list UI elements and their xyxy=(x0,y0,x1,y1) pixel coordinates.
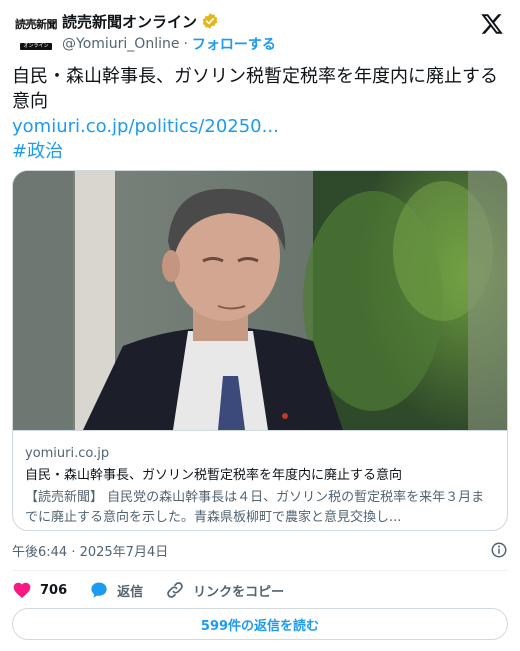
info-icon[interactable] xyxy=(490,541,508,559)
copy-link-label: リンクをコピー xyxy=(193,584,285,600)
card-domain: yomiuri.co.jp xyxy=(25,446,110,461)
x-logo-icon[interactable] xyxy=(480,12,504,36)
divider xyxy=(12,570,508,571)
separator-dot: · xyxy=(183,36,188,52)
article-photo[interactable] xyxy=(13,171,507,430)
action-bar: 706 返信 リンクをコピー xyxy=(12,578,508,602)
card-description: 【読売新聞】 自民党の森山幹事長は４日、ガソリン税の暫定税率を来年３月までに廃止… xyxy=(25,490,485,525)
display-name[interactable]: 読売新聞オンライン xyxy=(62,11,197,32)
link-icon xyxy=(167,582,183,598)
handle[interactable]: @Yomiuri_Online xyxy=(62,36,179,52)
avatar[interactable]: 読売新聞 オンライン xyxy=(12,18,60,58)
name-row: 読売新聞オンライン xyxy=(62,11,219,31)
link-preview-card[interactable]: yomiuri.co.jp 自民・森山幹事長、ガソリン税暫定税率を年度内に廃止す… xyxy=(12,170,508,531)
article-link[interactable]: yomiuri.co.jp/politics/20250... xyxy=(12,114,508,139)
tweet-text: 自民・森山幹事長、ガソリン税暫定税率を年度内に廃止する意向 xyxy=(12,66,498,112)
avatar-logo-text: 読売新聞 xyxy=(15,18,58,31)
verified-badge-icon xyxy=(202,13,218,29)
timestamp-row: 午後6:44 · 2025年7月4日 xyxy=(12,540,508,560)
tweet-body: 自民・森山幹事長、ガソリン税暫定税率を年度内に廃止する意向 yomiuri.co… xyxy=(12,64,508,164)
read-replies-button[interactable]: 599件の返信を読む xyxy=(12,608,508,640)
follow-button[interactable]: フォローする xyxy=(192,34,276,54)
reply-button[interactable]: 返信 xyxy=(89,580,143,600)
like-button[interactable]: 706 xyxy=(12,580,67,600)
tweet-header: 読売新聞 オンライン 読売新聞オンライン @Yomiuri_Online · フ… xyxy=(12,8,508,56)
reply-label: 返信 xyxy=(117,584,144,600)
card-meta[interactable]: yomiuri.co.jp 自民・森山幹事長、ガソリン税暫定税率を年度内に廃止す… xyxy=(13,430,507,530)
avatar-logo-sub: オンライン xyxy=(20,43,52,50)
like-count: 706 xyxy=(40,582,68,598)
article-photo-illustration xyxy=(13,171,507,430)
card-title: 自民・森山幹事長、ガソリン税暫定税率を年度内に廃止する意向 xyxy=(25,468,403,483)
heart-icon xyxy=(13,582,31,598)
timestamp[interactable]: 午後6:44 · 2025年7月4日 xyxy=(12,541,168,560)
handle-row: @Yomiuri_Online · フォローする xyxy=(62,34,276,54)
copy-link-button[interactable]: リンクをコピー xyxy=(165,580,284,600)
speech-bubble-icon xyxy=(91,582,107,598)
hashtag-link[interactable]: #政治 xyxy=(12,139,508,164)
